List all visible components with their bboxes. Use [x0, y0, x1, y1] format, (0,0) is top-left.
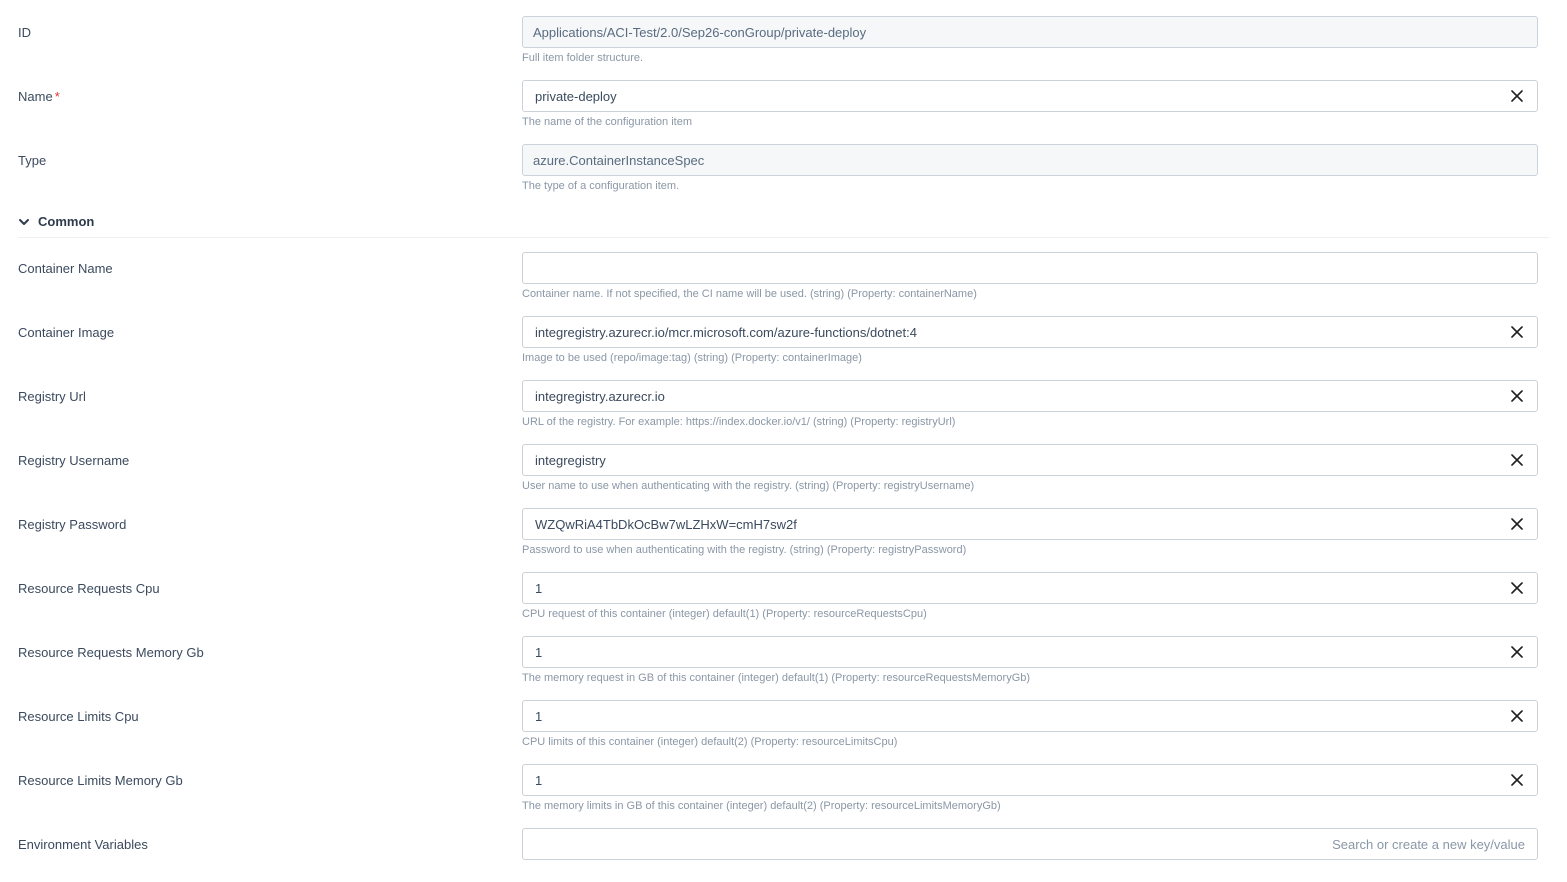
input-registry-username-wrap [522, 444, 1538, 476]
label-container-name: Container Name [18, 252, 522, 276]
input-req-cpu-wrap [522, 572, 1538, 604]
input-env-vars[interactable] [533, 829, 1527, 859]
label-container-image: Container Image [18, 316, 522, 340]
input-name-wrap [522, 80, 1538, 112]
hint-registry-url: URL of the registry. For example: https:… [522, 416, 1538, 428]
input-type: azure.ContainerInstanceSpec [522, 144, 1538, 176]
hint-req-cpu: CPU request of this container (integer) … [522, 608, 1538, 620]
hint-name: The name of the configuration item [522, 116, 1538, 128]
label-req-cpu: Resource Requests Cpu [18, 572, 522, 596]
hint-id: Full item folder structure. [522, 52, 1538, 64]
label-type: Type [18, 144, 522, 168]
input-registry-password-wrap [522, 508, 1538, 540]
label-id: ID [18, 16, 522, 40]
input-registry-url[interactable] [533, 381, 1502, 411]
label-registry-url: Registry Url [18, 380, 522, 404]
input-env-vars-wrap [522, 828, 1538, 860]
clear-container-image-icon[interactable] [1508, 322, 1527, 342]
label-req-mem: Resource Requests Memory Gb [18, 636, 522, 660]
label-registry-username: Registry Username [18, 444, 522, 468]
clear-registry-url-icon[interactable] [1508, 386, 1527, 406]
input-req-mem-wrap [522, 636, 1538, 668]
field-registry-url: Registry Url URL of the registry. For ex… [18, 380, 1549, 438]
field-id: ID Applications/ACI-Test/2.0/Sep26-conGr… [18, 16, 1549, 74]
input-req-mem[interactable] [533, 637, 1502, 667]
clear-req-mem-icon[interactable] [1508, 642, 1527, 662]
hint-registry-username: User name to use when authenticating wit… [522, 480, 1538, 492]
input-lim-cpu-wrap [522, 700, 1538, 732]
label-env-vars: Environment Variables [18, 828, 522, 852]
input-container-image-wrap [522, 316, 1538, 348]
input-container-name-wrap [522, 252, 1538, 284]
field-lim-cpu: Resource Limits Cpu CPU limits of this c… [18, 700, 1549, 758]
input-lim-mem[interactable] [533, 765, 1502, 795]
field-type: Type azure.ContainerInstanceSpec The typ… [18, 144, 1549, 202]
label-lim-cpu: Resource Limits Cpu [18, 700, 522, 724]
hint-req-mem: The memory request in GB of this contain… [522, 672, 1538, 684]
clear-registry-username-icon[interactable] [1508, 450, 1527, 470]
hint-container-image: Image to be used (repo/image:tag) (strin… [522, 352, 1538, 364]
input-registry-username[interactable] [533, 445, 1502, 475]
input-lim-mem-wrap [522, 764, 1538, 796]
field-req-mem: Resource Requests Memory Gb The memory r… [18, 636, 1549, 694]
field-registry-password: Registry Password Password to use when a… [18, 508, 1549, 566]
field-registry-username: Registry Username User name to use when … [18, 444, 1549, 502]
hint-type: The type of a configuration item. [522, 180, 1538, 192]
input-req-cpu[interactable] [533, 573, 1502, 603]
clear-name-icon[interactable] [1508, 86, 1527, 106]
hint-lim-cpu: CPU limits of this container (integer) d… [522, 736, 1538, 748]
clear-lim-mem-icon[interactable] [1508, 770, 1527, 790]
clear-registry-password-icon[interactable] [1508, 514, 1527, 534]
hint-container-name: Container name. If not specified, the CI… [522, 288, 1538, 300]
input-container-image[interactable] [533, 317, 1502, 347]
clear-req-cpu-icon[interactable] [1508, 578, 1527, 598]
section-common-header[interactable]: Common [18, 208, 1549, 238]
hint-lim-mem: The memory limits in GB of this containe… [522, 800, 1538, 812]
field-container-name: Container Name Container name. If not sp… [18, 252, 1549, 310]
field-req-cpu: Resource Requests Cpu CPU request of thi… [18, 572, 1549, 630]
field-lim-mem: Resource Limits Memory Gb The memory lim… [18, 764, 1549, 822]
field-name: Name* The name of the configuration item [18, 80, 1549, 138]
hint-registry-password: Password to use when authenticating with… [522, 544, 1538, 556]
input-registry-password[interactable] [533, 509, 1502, 539]
label-lim-mem: Resource Limits Memory Gb [18, 764, 522, 788]
input-container-name[interactable] [533, 253, 1527, 283]
clear-lim-cpu-icon[interactable] [1508, 706, 1527, 726]
label-registry-password: Registry Password [18, 508, 522, 532]
section-common-title: Common [38, 214, 94, 229]
input-id: Applications/ACI-Test/2.0/Sep26-conGroup… [522, 16, 1538, 48]
chevron-down-icon [18, 216, 30, 228]
input-name[interactable] [533, 81, 1502, 111]
field-container-image: Container Image Image to be used (repo/i… [18, 316, 1549, 374]
label-name: Name* [18, 80, 522, 104]
input-registry-url-wrap [522, 380, 1538, 412]
input-lim-cpu[interactable] [533, 701, 1502, 731]
field-env-vars: Environment Variables [18, 828, 1549, 860]
